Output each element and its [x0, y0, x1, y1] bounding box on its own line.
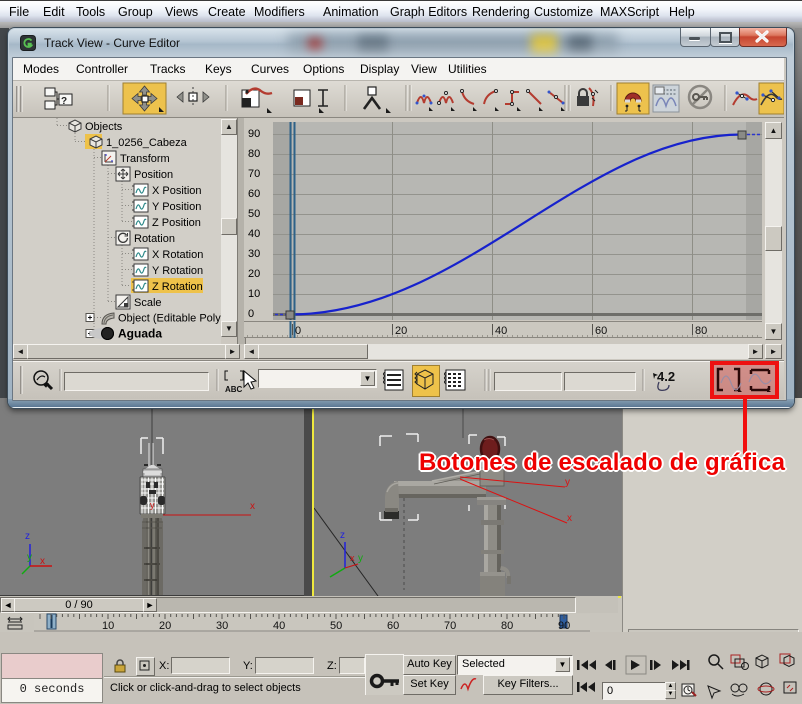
- svg-text:x: x: [40, 556, 45, 567]
- svg-text:x: x: [250, 501, 255, 512]
- svg-text:Z Rotation: Z Rotation: [152, 281, 203, 293]
- svg-text:Z Position: Z Position: [152, 217, 201, 229]
- svg-text:Y Position: Y Position: [152, 201, 201, 213]
- svg-text:20: 20: [159, 620, 171, 632]
- svg-text:Transform: Transform: [120, 153, 170, 165]
- svg-text:90: 90: [558, 620, 570, 632]
- svg-text:z: z: [340, 530, 345, 541]
- svg-text:30: 30: [216, 620, 228, 632]
- svg-text:X Position: X Position: [152, 185, 202, 197]
- svg-text:80: 80: [501, 620, 513, 632]
- svg-text:60: 60: [387, 620, 399, 632]
- svg-text:50: 50: [330, 620, 342, 632]
- svg-text:1_0256_Cabeza: 1_0256_Cabeza: [106, 137, 188, 149]
- svg-text:40: 40: [273, 620, 285, 632]
- svg-text:20: 20: [395, 325, 407, 337]
- svg-text:Position: Position: [134, 169, 173, 181]
- svg-text:40: 40: [495, 325, 507, 337]
- svg-text:0: 0: [295, 325, 301, 337]
- svg-text:x: x: [567, 513, 572, 524]
- svg-text:y: y: [150, 500, 155, 510]
- svg-text:70: 70: [444, 620, 456, 632]
- svg-text:60: 60: [595, 325, 607, 337]
- svg-text:Aguada: Aguada: [118, 327, 162, 341]
- svg-text:z: z: [25, 531, 30, 542]
- svg-text:x: x: [350, 553, 355, 563]
- svg-text:Scale: Scale: [134, 297, 162, 309]
- svg-text:y: y: [358, 553, 363, 564]
- svg-text:ABC: ABC: [225, 385, 243, 394]
- svg-text:?: ?: [61, 96, 67, 107]
- svg-text:10: 10: [102, 620, 114, 632]
- svg-text:4.2: 4.2: [657, 369, 675, 384]
- svg-text:Objects: Objects: [85, 121, 123, 133]
- svg-text:y: y: [27, 552, 32, 563]
- svg-text:80: 80: [695, 325, 707, 337]
- svg-text:X Rotation: X Rotation: [152, 249, 203, 261]
- svg-text:Object (Editable Poly): Object (Editable Poly): [118, 313, 221, 325]
- svg-text:Y Rotation: Y Rotation: [152, 265, 203, 277]
- svg-text:Rotation: Rotation: [134, 233, 175, 245]
